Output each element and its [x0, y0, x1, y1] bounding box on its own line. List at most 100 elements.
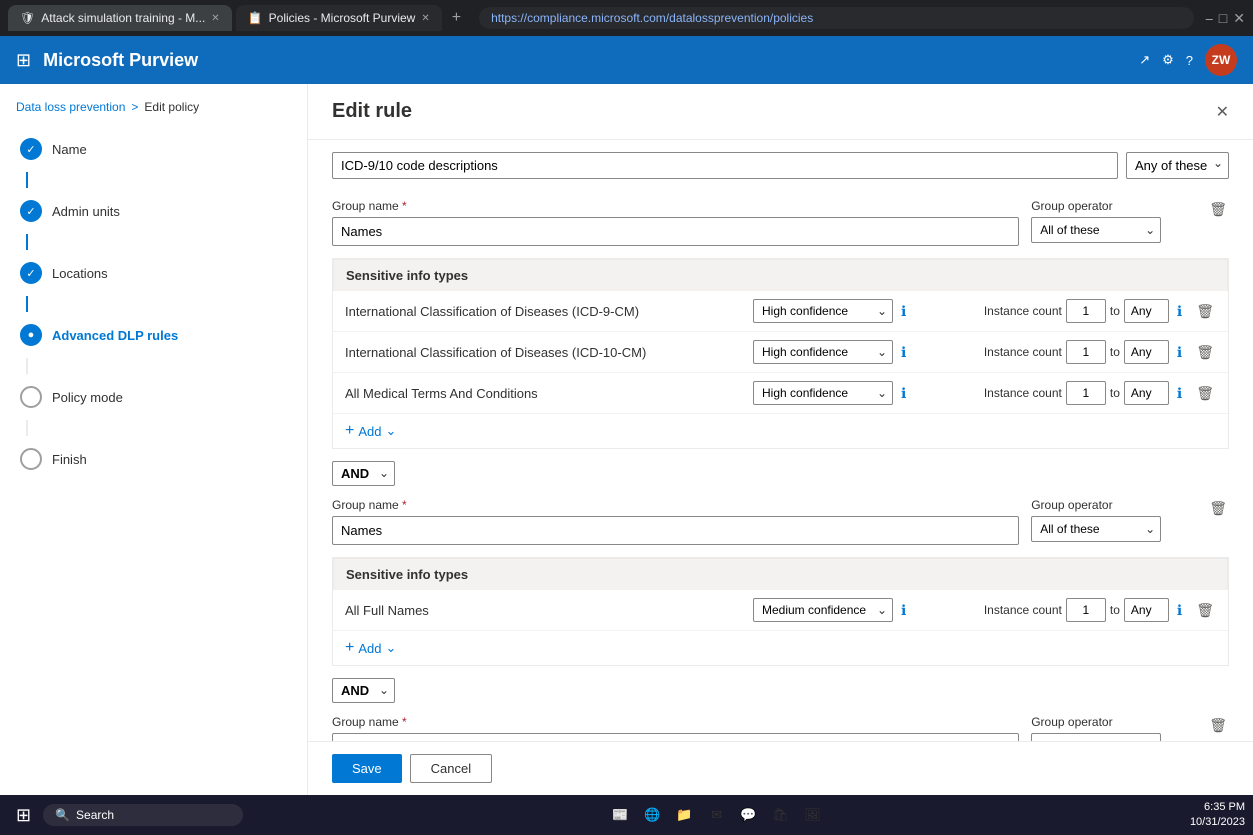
app-header: ⊞ Microsoft Purview ↗ ⚙ ? ZW — [0, 36, 1253, 84]
add-button-2[interactable]: + Add ⌄ — [333, 631, 1228, 665]
row2-delete-button[interactable]: 🗑 — [1194, 342, 1216, 363]
and-select-1[interactable]: AND OR — [332, 461, 395, 486]
group1-delete-button[interactable]: 🗑 — [1207, 199, 1229, 220]
info-icon-fullnames-b[interactable]: ℹ — [1177, 602, 1182, 619]
wizard-step-name[interactable]: ✓ Name — [16, 130, 291, 168]
group1-name-section: Group name * — [332, 199, 1019, 246]
and-select-2[interactable]: AND OR — [332, 678, 395, 703]
wizard-step-locations[interactable]: ✓ Locations — [16, 254, 291, 292]
instance-from-2[interactable] — [1066, 340, 1106, 364]
taskbar-icon-store[interactable]: 🛍 — [767, 801, 795, 829]
browser-actions: ⎯ □ ✕ — [1206, 10, 1245, 27]
filter-dropdown-wrap: Any of these All of these — [1126, 152, 1229, 179]
breadcrumb: Data loss prevention > Edit policy — [16, 100, 291, 114]
step-circle-name: ✓ — [20, 138, 42, 160]
share-icon[interactable]: ↗ — [1139, 52, 1150, 68]
to-label-1: to — [1110, 304, 1120, 318]
confidence-select-1[interactable]: High confidence Medium confidence Low co… — [753, 299, 893, 323]
and-select-wrap-1: AND OR — [332, 461, 395, 486]
add-button-1[interactable]: + Add ⌄ — [333, 414, 1228, 448]
instance-from-fullnames[interactable] — [1066, 598, 1106, 622]
group3-delete-button[interactable]: 🗑 — [1207, 715, 1229, 736]
group3-operator-label: Group operator — [1031, 715, 1112, 729]
help-icon[interactable]: ? — [1186, 53, 1193, 68]
filter-row: Any of these All of these — [332, 140, 1229, 179]
wizard-step-admin-units[interactable]: ✓ Admin units — [16, 192, 291, 230]
time-display: 6:35 PM 10/31/2023 — [1190, 800, 1245, 831]
tab1-close[interactable]: ✕ — [211, 13, 219, 24]
info-icon-2b[interactable]: ℹ — [1177, 344, 1182, 361]
row3-delete-button[interactable]: 🗑 — [1194, 383, 1216, 404]
breadcrumb-separator: > — [131, 100, 138, 114]
wizard-step-finish[interactable]: Finish — [16, 440, 291, 478]
cancel-button[interactable]: Cancel — [410, 754, 492, 783]
instance-to-fullnames[interactable] — [1124, 598, 1169, 622]
and-connector-2: AND OR — [332, 678, 1229, 703]
wizard-step-policy-mode[interactable]: Policy mode — [16, 378, 291, 416]
any-of-these-dropdown[interactable]: Any of these All of these — [1126, 152, 1229, 179]
instance-to-1[interactable] — [1124, 299, 1169, 323]
taskbar-icon-edge[interactable]: 🌐 — [639, 801, 667, 829]
info-icon-1[interactable]: ℹ — [901, 303, 906, 320]
info-icon-fullnames[interactable]: ℹ — [901, 602, 906, 619]
info-icon-2[interactable]: ℹ — [901, 344, 906, 361]
info-icon-1b[interactable]: ℹ — [1177, 303, 1182, 320]
step-circle-admin-units: ✓ — [20, 200, 42, 222]
confidence-select-fullnames[interactable]: Medium confidence High confidence Low co… — [753, 598, 893, 622]
taskbar-icon-explorer[interactable]: 📁 — [671, 801, 699, 829]
grid-icon[interactable]: ⊞ — [16, 50, 31, 71]
info-icon-3[interactable]: ℹ — [901, 385, 906, 402]
group1-operator-select[interactable]: All of these Any of these — [1031, 217, 1161, 243]
tab2-favicon: 📋 — [248, 11, 263, 25]
taskbar-icon-photos[interactable]: 🖼 — [799, 801, 827, 829]
group2-operator-select[interactable]: All of these Any of these — [1031, 516, 1161, 542]
step-line-2 — [26, 234, 28, 250]
wizard-steps: ✓ Name ✓ Admin units ✓ Locations ● Advan… — [16, 130, 291, 478]
maximize-icon[interactable]: □ — [1219, 10, 1227, 27]
wizard-step-advanced-dlp[interactable]: ● Advanced DLP rules — [16, 316, 291, 354]
instance-to-2[interactable] — [1124, 340, 1169, 364]
taskbar: ⊞ 🔍 Search 📰 🌐 📁 ✉ 💬 🛍 🖼 6:35 PM 10/31/2… — [0, 795, 1253, 835]
taskbar-icon-teams[interactable]: 💬 — [735, 801, 763, 829]
instance-from-1[interactable] — [1066, 299, 1106, 323]
avatar[interactable]: ZW — [1205, 44, 1237, 76]
and-select-wrap-2: AND OR — [332, 678, 395, 703]
info-icon-3b[interactable]: ℹ — [1177, 385, 1182, 402]
fullnames-delete-button[interactable]: 🗑 — [1194, 600, 1216, 621]
confidence-wrap-3: High confidence Medium confidence Low co… — [753, 381, 893, 405]
save-button[interactable]: Save — [332, 754, 402, 783]
add-label-2: Add — [358, 641, 381, 656]
breadcrumb-parent[interactable]: Data loss prevention — [16, 100, 125, 114]
instance-label-1: Instance count — [984, 304, 1062, 318]
settings-icon[interactable]: ⚙ — [1162, 52, 1174, 68]
group2-delete-button[interactable]: 🗑 — [1207, 498, 1229, 519]
taskbar-icon-mail[interactable]: ✉ — [703, 801, 731, 829]
group1-name-input[interactable] — [332, 217, 1019, 246]
group1-operator-section: Group operator All of these Any of these — [1031, 199, 1191, 243]
taskbar-icon-news[interactable]: 📰 — [607, 801, 635, 829]
instance-from-3[interactable] — [1066, 381, 1106, 405]
browser-tab-2[interactable]: 📋 Policies - Microsoft Purview ✕ — [236, 5, 442, 31]
start-button[interactable]: ⊞ — [8, 801, 39, 830]
new-tab-button[interactable]: + — [446, 9, 467, 27]
tab2-close[interactable]: ✕ — [421, 13, 429, 24]
confidence-select-2[interactable]: High confidence Medium confidence Low co… — [753, 340, 893, 364]
main-layout: Data loss prevention > Edit policy ✓ Nam… — [0, 84, 1253, 835]
close-window-icon[interactable]: ✕ — [1233, 10, 1245, 27]
close-button[interactable]: ✕ — [1216, 102, 1229, 122]
info-label-fullnames: All Full Names — [345, 603, 745, 618]
taskbar-right: 6:35 PM 10/31/2023 — [1190, 800, 1245, 831]
minimize-icon[interactable]: ⎯ — [1206, 10, 1213, 27]
step-line-1 — [26, 172, 28, 188]
confidence-select-3[interactable]: High confidence Medium confidence Low co… — [753, 381, 893, 405]
instance-to-3[interactable] — [1124, 381, 1169, 405]
row1-delete-button[interactable]: 🗑 — [1194, 301, 1216, 322]
taskbar-search[interactable]: 🔍 Search — [43, 804, 243, 826]
group2-operator-section: Group operator All of these Any of these — [1031, 498, 1191, 542]
browser-tab-1[interactable]: 🛡 Attack simulation training - M... ✕ — [8, 5, 232, 31]
address-bar[interactable]: https://compliance.microsoft.com/datalos… — [479, 7, 1194, 29]
group2-name-input[interactable] — [332, 516, 1019, 545]
and-connector-1: AND OR — [332, 461, 1229, 486]
add-chevron-1: ⌄ — [385, 423, 396, 439]
filter-input[interactable] — [332, 152, 1118, 179]
